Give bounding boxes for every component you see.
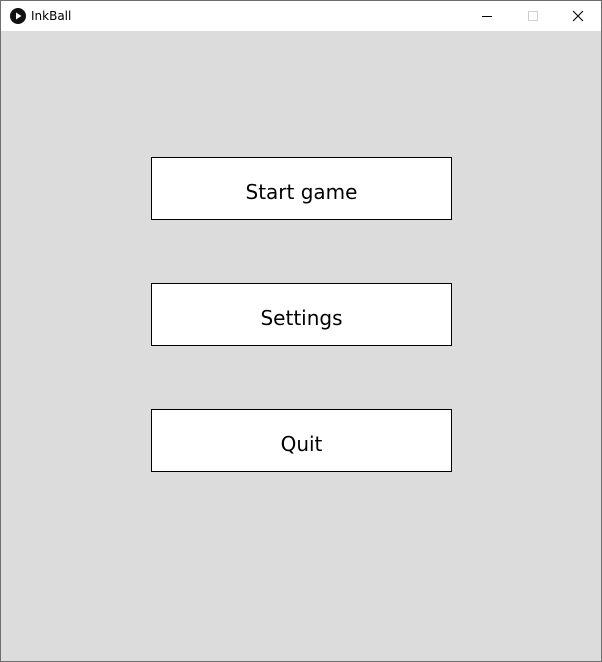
window-title: InkBall	[31, 9, 72, 23]
start-game-button[interactable]: Start game	[151, 157, 452, 220]
maximize-button[interactable]	[510, 1, 556, 31]
quit-label: Quit	[280, 431, 323, 456]
title-bar[interactable]: InkBall	[1, 1, 601, 31]
minimize-button[interactable]	[464, 1, 510, 31]
close-button[interactable]	[555, 1, 601, 31]
play-icon	[10, 8, 26, 24]
close-icon	[572, 10, 584, 22]
settings-button[interactable]: Settings	[151, 283, 452, 346]
settings-label: Settings	[260, 305, 343, 330]
maximize-icon	[528, 11, 538, 21]
start-game-label: Start game	[245, 179, 358, 204]
app-window: InkBall Start game Settings Quit	[0, 0, 602, 662]
minimize-icon	[482, 16, 492, 17]
quit-button[interactable]: Quit	[151, 409, 452, 472]
main-menu-area: Start game Settings Quit	[1, 31, 601, 661]
